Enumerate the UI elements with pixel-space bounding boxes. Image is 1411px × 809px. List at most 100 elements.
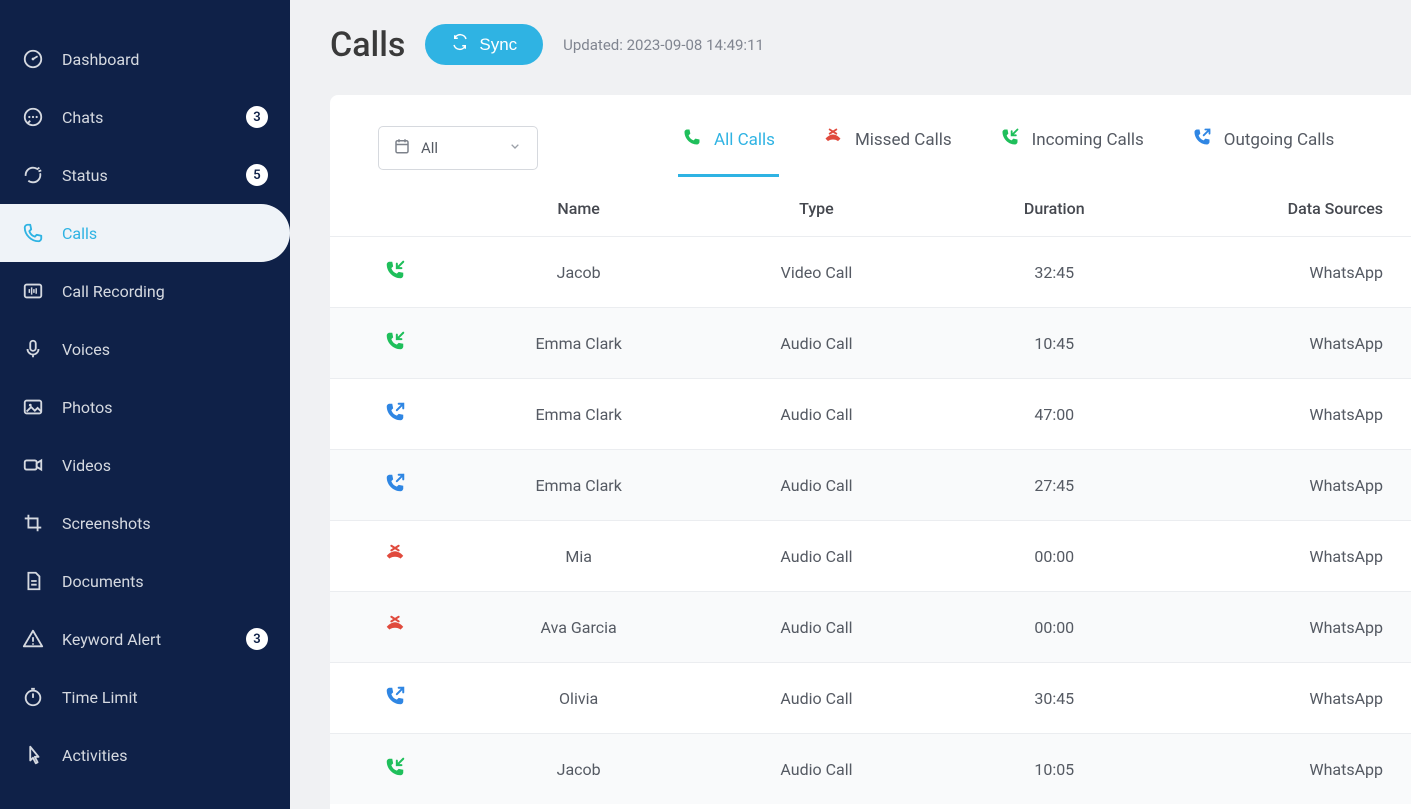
cell-source: WhatsApp xyxy=(1173,663,1411,734)
sidebar-item-videos[interactable]: Videos xyxy=(0,436,290,494)
cell-type: Audio Call xyxy=(698,663,936,734)
video-icon xyxy=(22,454,44,476)
sidebar-item-dashboard[interactable]: Dashboard xyxy=(0,30,290,88)
sidebar-item-label: Status xyxy=(62,166,108,185)
sidebar-item-label: Documents xyxy=(62,572,144,591)
sidebar: DashboardChats3Status5CallsCall Recordin… xyxy=(0,0,290,809)
cell-name: Emma Clark xyxy=(460,450,698,521)
incoming-call-icon xyxy=(384,337,406,356)
sidebar-item-activities[interactable]: Activities xyxy=(0,726,290,784)
tab-label: Missed Calls xyxy=(855,130,952,150)
gauge-icon xyxy=(22,48,44,70)
cell-name: Olivia xyxy=(460,663,698,734)
cell-name: Emma Clark xyxy=(460,379,698,450)
table-row[interactable]: JacobVideo Call32:45WhatsApp xyxy=(330,237,1411,308)
table-header-row: Name Type Duration Data Sources xyxy=(330,181,1411,237)
table-row[interactable]: Ava GarciaAudio Call00:00WhatsApp xyxy=(330,592,1411,663)
date-filter-dropdown[interactable]: All xyxy=(378,126,538,170)
sidebar-item-keyword-alert[interactable]: Keyword Alert 3 xyxy=(0,610,290,668)
cell-duration: 27:45 xyxy=(935,450,1173,521)
phone-icon xyxy=(22,222,44,244)
missed-call-icon xyxy=(384,550,406,569)
table-row[interactable]: OliviaAudio Call30:45WhatsApp xyxy=(330,663,1411,734)
cell-type: Video Call xyxy=(698,237,936,308)
cell-duration: 00:00 xyxy=(935,592,1173,663)
image-icon xyxy=(22,396,44,418)
sidebar-item-documents[interactable]: Documents xyxy=(0,552,290,610)
sidebar-item-label: Keyword Alert xyxy=(62,630,161,649)
cell-type: Audio Call xyxy=(698,450,936,521)
tab-all[interactable]: All Calls xyxy=(678,119,779,177)
sync-button[interactable]: Sync xyxy=(425,24,543,65)
table-row[interactable]: MiaAudio Call00:00WhatsApp xyxy=(330,521,1411,592)
content-card: All All Calls Missed Calls Incoming Calls O… xyxy=(330,95,1411,809)
sidebar-item-call-recording[interactable]: Call Recording xyxy=(0,262,290,320)
cell-source: WhatsApp xyxy=(1173,379,1411,450)
cell-duration: 10:45 xyxy=(935,308,1173,379)
outgoing-icon xyxy=(1192,127,1212,152)
outgoing-call-icon xyxy=(384,479,406,498)
warning-icon xyxy=(22,628,44,650)
tab-incoming[interactable]: Incoming Calls xyxy=(996,119,1148,177)
calls-table: Name Type Duration Data Sources JacobVid… xyxy=(330,181,1411,804)
cell-source: WhatsApp xyxy=(1173,734,1411,805)
filters-row: All All Calls Missed Calls Incoming Calls O… xyxy=(330,119,1411,177)
main-content: Calls Sync Updated: 2023-09-08 14:49:11 … xyxy=(290,0,1411,809)
no-more-label: no more xyxy=(330,804,1411,809)
missed-call-icon xyxy=(384,621,406,640)
chevron-down-icon xyxy=(507,138,523,158)
updated-text: Updated: 2023-09-08 14:49:11 xyxy=(563,36,764,54)
sidebar-item-label: Dashboard xyxy=(62,50,139,69)
crop-icon xyxy=(22,512,44,534)
sync-button-label: Sync xyxy=(479,35,517,55)
tab-outgoing[interactable]: Outgoing Calls xyxy=(1188,119,1339,177)
pointer-icon xyxy=(22,744,44,766)
cell-duration: 10:05 xyxy=(935,734,1173,805)
cell-name: Ava Garcia xyxy=(460,592,698,663)
cell-source: WhatsApp xyxy=(1173,592,1411,663)
cell-type: Audio Call xyxy=(698,308,936,379)
column-source: Data Sources xyxy=(1173,181,1411,237)
cell-duration: 32:45 xyxy=(935,237,1173,308)
table-row[interactable]: Emma ClarkAudio Call47:00WhatsApp xyxy=(330,379,1411,450)
missed-icon xyxy=(823,127,843,152)
date-filter-label: All xyxy=(421,139,438,157)
cell-duration: 00:00 xyxy=(935,521,1173,592)
sidebar-item-voices[interactable]: Voices xyxy=(0,320,290,378)
sidebar-item-label: Screenshots xyxy=(62,514,151,533)
sidebar-item-label: Calls xyxy=(62,224,97,243)
incoming-call-icon xyxy=(384,266,406,285)
sidebar-item-photos[interactable]: Photos xyxy=(0,378,290,436)
sidebar-item-calls[interactable]: Calls xyxy=(0,204,290,262)
incoming-call-icon xyxy=(384,763,406,782)
outgoing-call-icon xyxy=(384,692,406,711)
cell-type: Audio Call xyxy=(698,734,936,805)
sidebar-item-label: Call Recording xyxy=(62,282,165,301)
recording-icon xyxy=(22,280,44,302)
cell-type: Audio Call xyxy=(698,379,936,450)
sidebar-item-label: Voices xyxy=(62,340,110,359)
sidebar-item-screenshots[interactable]: Screenshots xyxy=(0,494,290,552)
sidebar-item-chats[interactable]: Chats3 xyxy=(0,88,290,146)
table-row[interactable]: Emma ClarkAudio Call27:45WhatsApp xyxy=(330,450,1411,521)
cell-type: Audio Call xyxy=(698,592,936,663)
cell-name: Emma Clark xyxy=(460,308,698,379)
column-duration: Duration xyxy=(935,181,1173,237)
cell-name: Jacob xyxy=(460,237,698,308)
cell-name: Jacob xyxy=(460,734,698,805)
column-name: Name xyxy=(460,181,698,237)
cell-type: Audio Call xyxy=(698,521,936,592)
sidebar-item-label: Chats xyxy=(62,108,103,127)
sidebar-item-label: Photos xyxy=(62,398,113,417)
table-row[interactable]: JacobAudio Call10:05WhatsApp xyxy=(330,734,1411,805)
sidebar-badge: 3 xyxy=(246,628,268,650)
header-row: Calls Sync Updated: 2023-09-08 14:49:11 xyxy=(330,24,1411,65)
table-row[interactable]: Emma ClarkAudio Call10:45WhatsApp xyxy=(330,308,1411,379)
mic-icon xyxy=(22,338,44,360)
cell-duration: 30:45 xyxy=(935,663,1173,734)
incoming-icon xyxy=(1000,127,1020,152)
sidebar-item-status[interactable]: Status5 xyxy=(0,146,290,204)
page-title: Calls xyxy=(330,25,405,65)
sidebar-item-time-limit[interactable]: Time Limit xyxy=(0,668,290,726)
tab-missed[interactable]: Missed Calls xyxy=(819,119,956,177)
